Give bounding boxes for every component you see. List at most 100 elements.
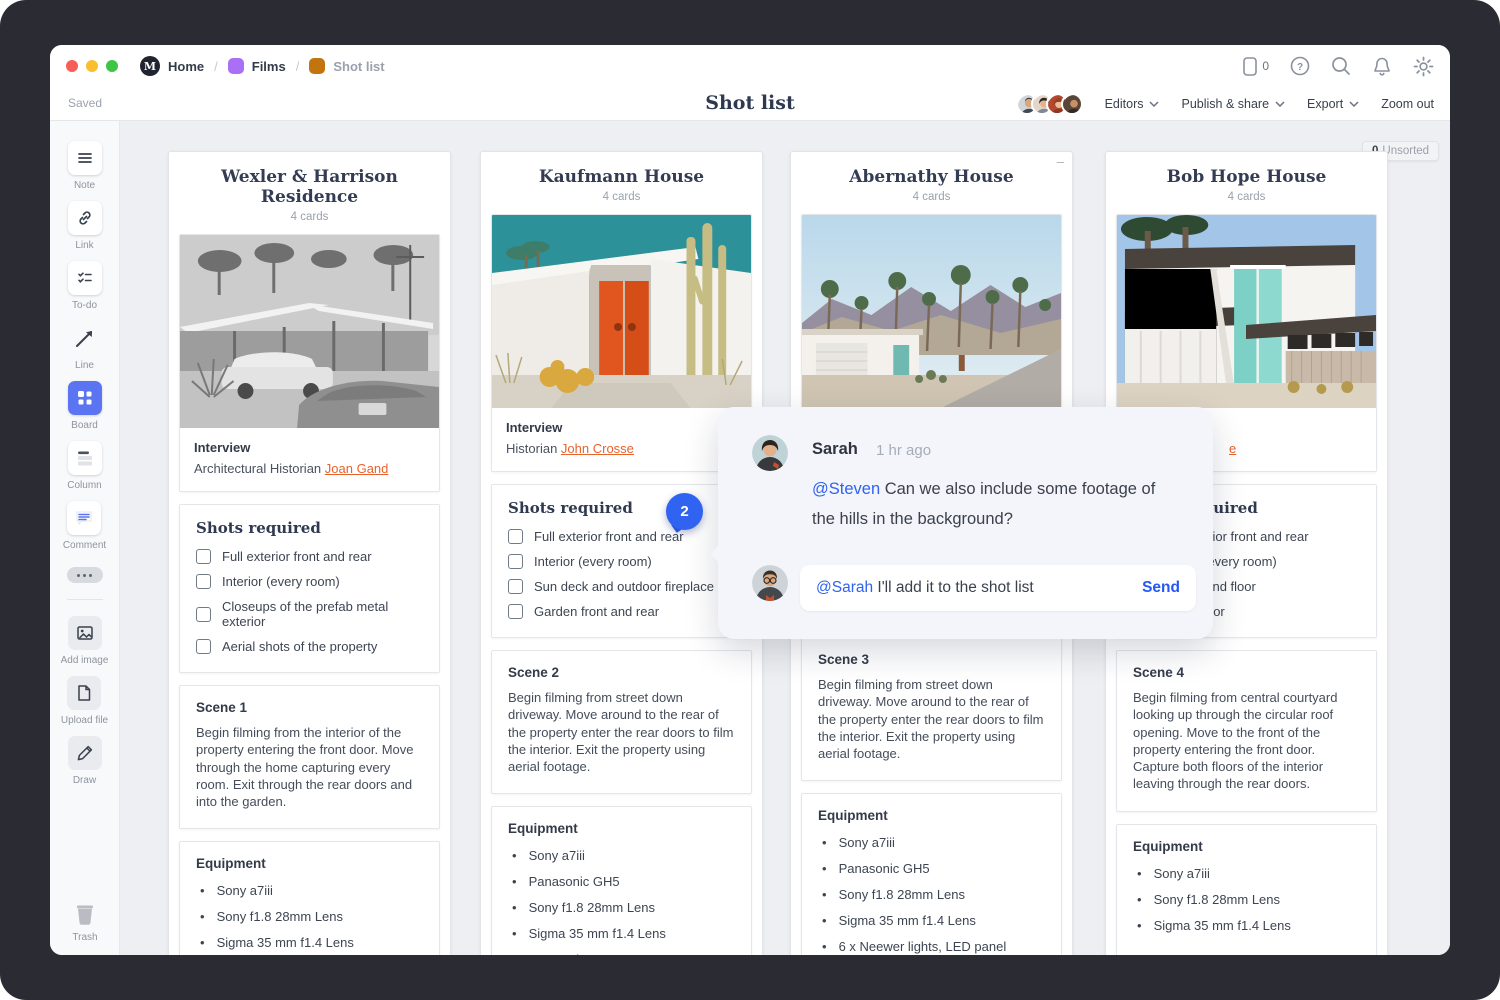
tool-column[interactable]: Column xyxy=(67,441,102,491)
breadcrumb-home[interactable]: Home xyxy=(168,59,204,74)
editors-menu[interactable]: Editors xyxy=(1105,97,1160,111)
search-icon xyxy=(1332,57,1350,75)
image-card-kaufmann[interactable]: Interview Historian John Crosse xyxy=(491,214,752,472)
sarah-avatar xyxy=(752,435,788,471)
equipment-card-kaufmann[interactable]: Equipment • Sony a7iii • Panasonic GH5 • So… xyxy=(491,806,752,955)
chevron-down-icon xyxy=(1149,100,1160,107)
tool-todo[interactable]: To-do xyxy=(67,261,102,311)
image-card-wexler[interactable]: Interview Architectural Historian Joan G… xyxy=(179,234,440,492)
gear-icon xyxy=(1413,56,1434,76)
scene-text: Begin filming from the interior of the p… xyxy=(196,725,414,810)
column-title[interactable]: Kaufmann House xyxy=(491,167,752,187)
checkbox[interactable] xyxy=(196,606,211,622)
search-button[interactable] xyxy=(1331,56,1351,76)
tool-upload-file[interactable]: Upload file xyxy=(61,676,108,726)
equipment-item: Sony f1.8 28mm Lens xyxy=(528,900,656,916)
shots-card-wexler[interactable]: Shots required Full exterior front and r… xyxy=(179,504,440,673)
todo-icon xyxy=(67,261,102,295)
scene-card-2[interactable]: Scene 2 Begin filming from street down d… xyxy=(491,650,752,795)
tool-label: Note xyxy=(73,180,96,191)
link-icon xyxy=(67,201,102,235)
zoom-out-label: Zoom out xyxy=(1381,96,1434,111)
mention-sarah[interactable]: @Sarah xyxy=(816,579,873,596)
notifications-button[interactable] xyxy=(1372,56,1392,76)
tool-label: To-do xyxy=(71,300,97,311)
mobile-device-button[interactable]: 0 xyxy=(1243,56,1269,76)
zoom-out-button[interactable]: Zoom out xyxy=(1381,97,1434,111)
checkbox[interactable] xyxy=(196,574,211,589)
line-icon xyxy=(68,321,102,355)
equipment-heading: Equipment xyxy=(196,856,266,872)
titlebar: M Home / Films / Shot list 0 ? xyxy=(50,45,1450,87)
interview-link[interactable]: Joan Gand xyxy=(325,461,389,476)
tool-note[interactable]: Note xyxy=(67,141,102,191)
checkbox[interactable] xyxy=(196,549,211,564)
close-window-button[interactable] xyxy=(66,60,78,72)
comment-message: @Steven Can we also include some footage… xyxy=(812,475,1172,534)
todo-label: Interior (every room) xyxy=(534,554,652,569)
equipment-card-abernathy[interactable]: Equipment • Sony a7iii • Panasonic GH5 • So… xyxy=(801,793,1062,955)
collapse-column-button[interactable]: – xyxy=(1057,154,1064,169)
column-title[interactable]: Wexler & Harrison Residence xyxy=(179,167,440,207)
scene-card-3[interactable]: Scene 3 Begin filming from street down d… xyxy=(801,637,1062,782)
tool-link[interactable]: Link xyxy=(67,201,102,251)
column-title[interactable]: Bob Hope House xyxy=(1116,167,1377,187)
avatar xyxy=(1060,92,1083,115)
checkbox[interactable] xyxy=(196,639,211,654)
publish-share-menu[interactable]: Publish & share xyxy=(1181,97,1285,111)
minimize-window-button[interactable] xyxy=(86,60,98,72)
editors-label: Editors xyxy=(1104,96,1144,111)
column-card-count: 4 cards xyxy=(290,211,329,223)
column-card-count: 4 cards xyxy=(602,191,641,203)
tool-label: Comment xyxy=(62,540,107,551)
equipment-card-bob-hope[interactable]: Equipment • Sony a7iii • Sony f1.8 28mm Le… xyxy=(1116,823,1377,955)
maximize-window-button[interactable] xyxy=(106,60,118,72)
board-icon xyxy=(67,381,102,415)
checkbox[interactable] xyxy=(508,579,523,594)
checkbox[interactable] xyxy=(508,529,523,544)
checkbox[interactable] xyxy=(508,604,523,619)
question-icon: ? xyxy=(1290,56,1310,76)
interview-text: Historian xyxy=(506,441,561,456)
send-button[interactable]: Send xyxy=(1142,579,1180,597)
tool-comment[interactable]: Comment xyxy=(63,501,106,551)
equipment-item: Sony f1.8 28mm Lens xyxy=(838,887,966,903)
breadcrumb-shotlist: Shot list xyxy=(333,58,385,74)
steven-avatar xyxy=(752,565,788,601)
column-wexler-harrison[interactable]: Wexler & Harrison Residence 4 cards Inte… xyxy=(168,151,451,955)
equipment-card-wexler[interactable]: Equipment • Sony a7iii • Sony f1.8 28mm Le… xyxy=(179,841,440,955)
help-button[interactable]: ? xyxy=(1290,56,1310,76)
tool-line[interactable]: Line xyxy=(68,321,102,371)
tool-draw[interactable]: Draw xyxy=(67,736,102,786)
phone-icon xyxy=(1243,56,1258,76)
equipment-item: Sigma 35 mm f1.4 Lens xyxy=(528,926,666,942)
comment-pin[interactable]: 2 xyxy=(666,493,703,533)
chevron-down-icon xyxy=(1275,100,1285,107)
comment-reply-input[interactable]: @Sarah I'll add it to the shot list Send xyxy=(800,565,1196,611)
wexler-house-photo xyxy=(180,235,439,428)
scene-card-4[interactable]: Scene 4 Begin filming from central court… xyxy=(1116,650,1377,812)
tool-label: Line xyxy=(75,360,94,371)
editors-avatar-stack[interactable] xyxy=(1015,92,1083,115)
scene-text: Begin filming from central courtyard loo… xyxy=(1133,690,1338,792)
sidebar-divider xyxy=(66,599,103,600)
interview-link[interactable]: John Crosse xyxy=(561,441,634,456)
scene-heading: Scene 4 xyxy=(1133,665,1185,680)
todo-label: Aerial shots of the property xyxy=(222,639,378,654)
more-tools-button[interactable] xyxy=(66,567,103,583)
export-menu[interactable]: Export xyxy=(1307,97,1359,111)
checkbox[interactable] xyxy=(508,554,523,569)
trash-dropzone[interactable]: Trash xyxy=(50,901,120,943)
tool-board[interactable]: Board xyxy=(67,381,102,431)
shotlist-board-icon xyxy=(309,58,326,74)
todo-label: Full exterior front and rear xyxy=(222,549,372,564)
breadcrumb-films[interactable]: Films xyxy=(252,59,286,74)
column-title[interactable]: Abernathy House xyxy=(801,167,1062,187)
scene-card-1[interactable]: Scene 1 Begin filming from the interior … xyxy=(179,685,440,830)
shots-card-kaufmann[interactable]: Shots required Full exterior front and r… xyxy=(491,484,752,638)
interview-link-fragment[interactable]: e xyxy=(1229,441,1236,456)
chevron-down-icon xyxy=(1349,100,1359,107)
settings-button[interactable] xyxy=(1413,56,1434,77)
tool-add-image[interactable]: Add image xyxy=(61,616,108,666)
mention-steven[interactable]: @Steven xyxy=(812,480,880,498)
